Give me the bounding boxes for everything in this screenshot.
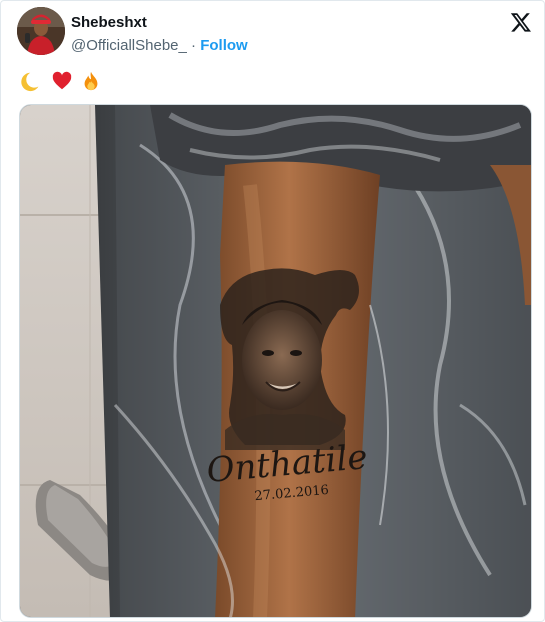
- tweet-text: [21, 67, 102, 93]
- author-avatar[interactable]: [17, 7, 65, 55]
- red-heart-icon: [52, 71, 71, 89]
- tweet-embed-card: Shebeshxt @OfficiallShebe_ · Follow Onth…: [0, 0, 545, 622]
- x-logo-icon[interactable]: [510, 11, 532, 33]
- tweet-photo[interactable]: Onthatile 27.02.2016: [19, 104, 532, 618]
- follow-button[interactable]: Follow: [200, 37, 248, 54]
- author-handle-row: @OfficiallShebe_ · Follow: [71, 36, 248, 56]
- fire-icon: [84, 71, 98, 90]
- author-info: Shebeshxt @OfficiallShebe_ · Follow: [71, 14, 248, 56]
- author-handle[interactable]: @OfficiallShebe_: [71, 37, 187, 54]
- separator-dot: ·: [191, 37, 197, 54]
- author-display-name[interactable]: Shebeshxt: [71, 14, 248, 32]
- crescent-moon-icon: [21, 72, 39, 91]
- tweet-header: Shebeshxt @OfficiallShebe_ · Follow: [17, 7, 534, 63]
